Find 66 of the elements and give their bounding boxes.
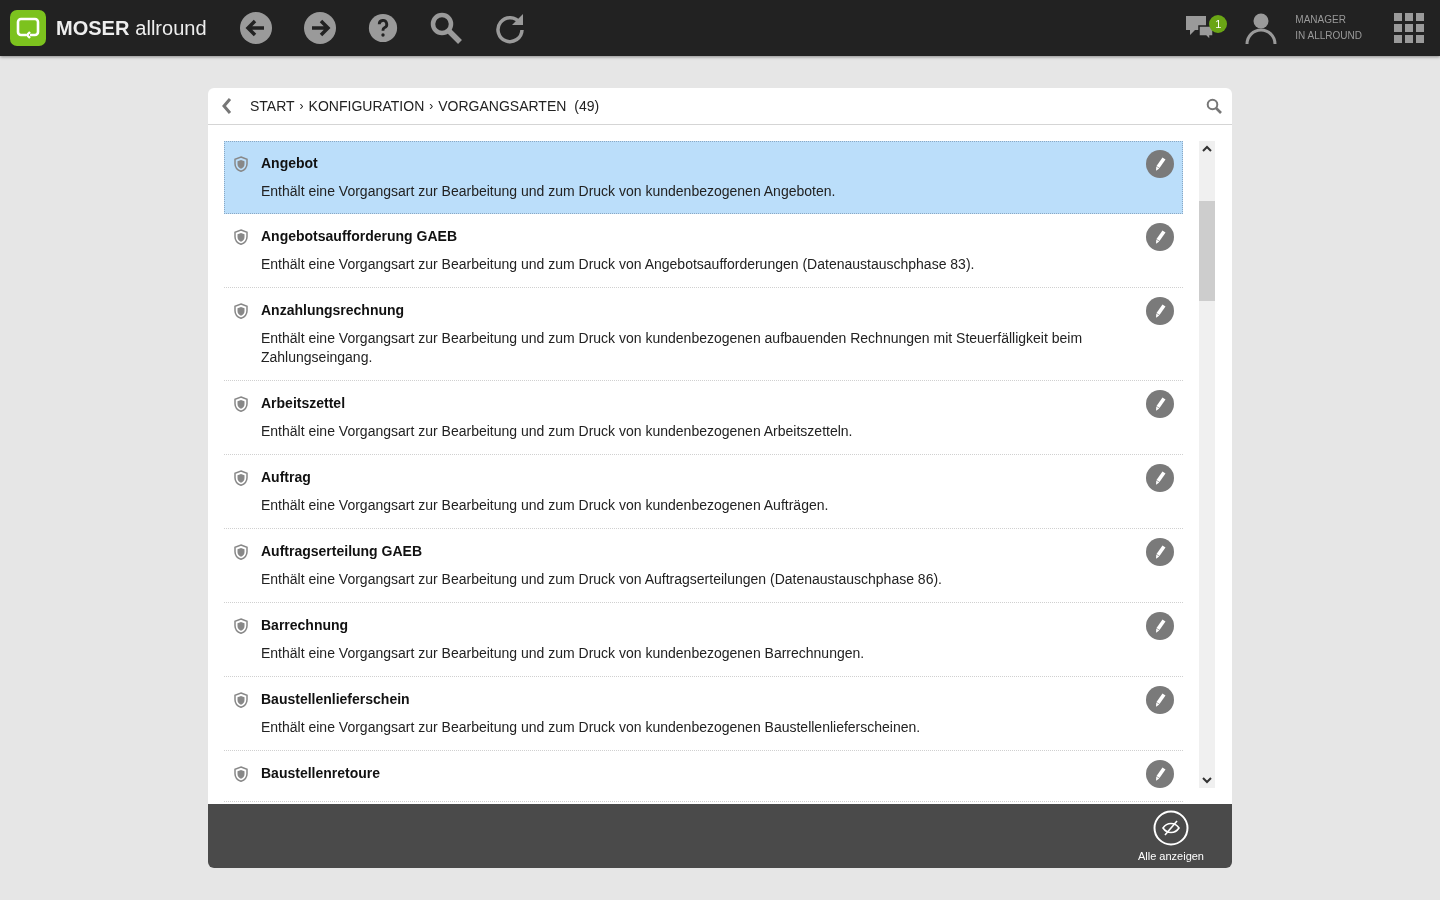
list-item[interactable]: Baustellenlieferschein Enthält eine Vorgangsart zur Bearbeitung und zum Druck von kundenbezogenen Baustellenlieferscheinen. bbox=[224, 677, 1183, 751]
breadcrumb-separator: › bbox=[429, 99, 434, 113]
breadcrumb-link[interactable]: VORGANGSARTEN bbox=[438, 98, 567, 114]
list-item[interactable]: Barrechnung Enthält eine Vorgangsart zur Bearbeitung und zum Druck von kundenbezogenen Barrechnungen. bbox=[224, 603, 1183, 677]
item-title: Arbeitszettel bbox=[261, 394, 347, 412]
user-context: IN ALLROUND bbox=[1295, 29, 1362, 43]
shield-icon bbox=[234, 229, 248, 245]
breadcrumb-link[interactable]: START bbox=[250, 98, 295, 114]
item-description: Enthält eine Vorgangsart zur Bearbeitung und zum Druck von kundenbezogenen Barrechnungen. bbox=[261, 644, 866, 663]
brand-suffix: allround bbox=[135, 16, 207, 40]
item-title: Baustellenlieferschein bbox=[261, 690, 411, 708]
item-description: Enthält eine Vorgangsart zur Bearbeitung und zum Druck von Auftragserteilungen (Datenaustauschphase 86). bbox=[261, 570, 943, 589]
edit-pencil-icon[interactable] bbox=[1146, 464, 1174, 492]
item-description: Enthält eine Vorgangsart zur Bearbeitung und zum Druck von kundenbezogenen Angeboten. bbox=[261, 182, 837, 201]
edit-pencil-icon[interactable] bbox=[1146, 150, 1174, 178]
list-item[interactable]: Auftrag Enthält eine Vorgangsart zur Bearbeitung und zum Druck von kundenbezogenen Aufträgen. bbox=[224, 455, 1183, 529]
list-item[interactable]: Anzahlungsrechnung Enthält eine Vorgangsart zur Bearbeitung und zum Druck von kundenbezogenen aufbauenden Rechnungen mit Steuerfälligkeit beim Zahlungseingang. bbox=[224, 288, 1183, 381]
item-title: Baustellenretoure bbox=[261, 764, 382, 782]
item-title: Angebot bbox=[261, 154, 319, 172]
show-all-button[interactable]: Alle anzeigen bbox=[1133, 804, 1208, 868]
notification-badge: 1 bbox=[1209, 15, 1228, 33]
breadcrumb-separator: › bbox=[299, 99, 304, 113]
item-count: (49) bbox=[574, 98, 600, 114]
item-description: Enthält eine Vorgangsart zur Bearbeitung und zum Druck von kundenbezogenen Aufträgen. bbox=[261, 496, 830, 515]
list-item[interactable]: Baustellenretoure bbox=[224, 751, 1183, 802]
search-icon[interactable] bbox=[1206, 98, 1222, 114]
item-description: Enthält eine Vorgangsart zur Bearbeitung und zum Druck von kundenbezogenen Arbeitszetteln. bbox=[261, 422, 854, 441]
shield-icon bbox=[234, 396, 248, 412]
shield-icon bbox=[234, 156, 248, 172]
list-item[interactable]: Arbeitszettel Enthält eine Vorgangsart zur Bearbeitung und zum Druck von kundenbezogenen Arbeitszetteln. bbox=[224, 381, 1183, 455]
scrollbar[interactable] bbox=[1199, 141, 1215, 788]
item-title: Anzahlungsrechnung bbox=[261, 301, 406, 319]
item-title: Angebotsaufforderung GAEB bbox=[261, 227, 458, 245]
item-title: Auftragserteilung GAEB bbox=[261, 542, 423, 560]
item-description: Enthält eine Vorgangsart zur Bearbeitung und zum Druck von kundenbezogenen Baustellenlieferscheinen. bbox=[261, 718, 922, 737]
shield-icon bbox=[234, 303, 248, 319]
chevron-left-icon[interactable] bbox=[222, 98, 232, 114]
shield-icon bbox=[234, 618, 248, 634]
edit-pencil-icon[interactable] bbox=[1146, 390, 1174, 418]
brand-name: MOSER bbox=[56, 16, 130, 40]
user-silhouette-icon[interactable] bbox=[1245, 11, 1278, 45]
item-description: Enthält eine Vorgangsart zur Bearbeitung und zum Druck von Angebotsaufforderungen (Datenaustauschphase 83). bbox=[261, 255, 976, 274]
shield-icon bbox=[234, 544, 248, 560]
edit-pencil-icon[interactable] bbox=[1146, 686, 1174, 714]
edit-pencil-icon[interactable] bbox=[1146, 612, 1174, 640]
scrollbar-thumb[interactable] bbox=[1199, 201, 1215, 301]
app-logo-icon bbox=[10, 10, 46, 46]
edit-pencil-icon[interactable] bbox=[1146, 760, 1174, 788]
edit-pencil-icon[interactable] bbox=[1146, 223, 1174, 251]
list-item[interactable]: Angebot Enthält eine Vorgangsart zur Bearbeitung und zum Druck von kundenbezogenen Angeboten. bbox=[224, 141, 1183, 214]
help-icon[interactable] bbox=[366, 12, 399, 44]
shield-icon bbox=[234, 692, 248, 708]
edit-pencil-icon[interactable] bbox=[1146, 538, 1174, 566]
user-role: MANAGER bbox=[1295, 13, 1347, 27]
search-icon[interactable] bbox=[428, 11, 463, 45]
edit-pencil-icon[interactable] bbox=[1146, 297, 1174, 325]
item-title: Barrechnung bbox=[261, 616, 350, 634]
shield-icon bbox=[234, 470, 248, 486]
item-title: Auftrag bbox=[261, 468, 312, 486]
item-description: Enthält eine Vorgangsart zur Bearbeitung und zum Druck von kundenbezogenen aufbauenden Rechnungen mit Steuerfälligkeit beim Zahlungseingang. bbox=[261, 329, 1084, 367]
list-item[interactable]: Angebotsaufforderung GAEB Enthält eine Vorgangsart zur Bearbeitung und zum Druck von Angebotsaufforderungen (Datenaustauschphase 83). bbox=[224, 214, 1183, 288]
breadcrumb-link[interactable]: KONFIGURATION bbox=[308, 98, 425, 114]
shield-icon bbox=[234, 766, 248, 782]
app-grid-icon[interactable] bbox=[1394, 13, 1424, 43]
list-item[interactable]: Auftragserteilung GAEB Enthält eine Vorgangsart zur Bearbeitung und zum Druck von Auftragserteilungen (Datenaustauschphase 86). bbox=[224, 529, 1183, 603]
hidden-eye-icon bbox=[1152, 810, 1189, 846]
